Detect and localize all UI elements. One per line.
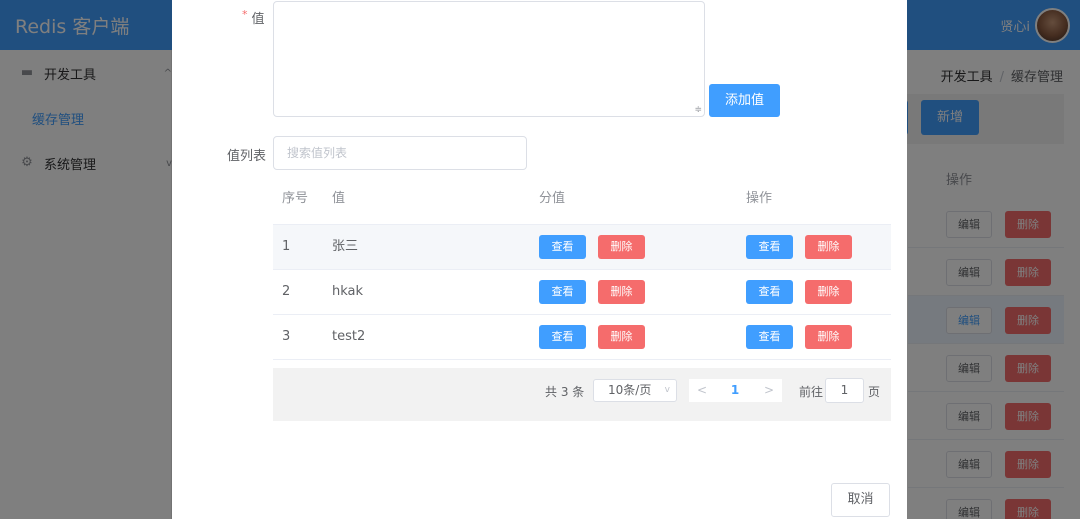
row-value: test2 bbox=[332, 329, 366, 344]
table-row: 3 test2 查看 删除 查看 删除 bbox=[273, 315, 891, 360]
value-label-text: 值 bbox=[251, 12, 265, 27]
row-index: 3 bbox=[282, 329, 291, 344]
table-row: 2 hkak 查看 删除 查看 删除 bbox=[273, 270, 891, 315]
required-mark: * bbox=[242, 8, 248, 21]
view-button[interactable]: 查看 bbox=[746, 280, 793, 304]
goto-label: 前往 bbox=[799, 385, 824, 399]
column-header-value: 值 bbox=[332, 191, 346, 206]
pagination: 共 3 条 10条/页 v < 1 > 前往 1 页 bbox=[273, 368, 891, 421]
next-page-button[interactable]: > bbox=[759, 379, 779, 402]
view-button[interactable]: 查看 bbox=[746, 235, 793, 259]
delete-button[interactable]: 删除 bbox=[805, 325, 852, 349]
page-size-value: 10条/页 bbox=[608, 383, 652, 397]
view-button[interactable]: 查看 bbox=[539, 325, 586, 349]
total-count: 共 3 条 bbox=[545, 385, 585, 399]
view-button[interactable]: 查看 bbox=[539, 280, 586, 304]
page-list: < 1 > bbox=[689, 379, 782, 402]
delete-button[interactable]: 删除 bbox=[805, 235, 852, 259]
value-list-label: 值列表 bbox=[227, 149, 267, 164]
goto-page-input[interactable]: 1 bbox=[825, 378, 864, 403]
value-dialog: * 值 ≑ 添加值 值列表 搜索值列表 序号 值 分值 操作 1 张三 查看 删除… bbox=[172, 0, 907, 519]
view-button[interactable]: 查看 bbox=[539, 235, 586, 259]
page-number-button[interactable]: 1 bbox=[725, 379, 745, 402]
delete-button[interactable]: 删除 bbox=[598, 235, 645, 259]
page-size-select[interactable]: 10条/页 v bbox=[593, 379, 677, 402]
prev-page-button[interactable]: < bbox=[692, 379, 712, 402]
search-input[interactable]: 搜索值列表 bbox=[273, 136, 527, 170]
view-button[interactable]: 查看 bbox=[746, 325, 793, 349]
resize-handle-icon[interactable]: ≑ bbox=[694, 106, 702, 115]
column-header-score: 分值 bbox=[539, 191, 566, 206]
chevron-down-icon: v bbox=[664, 385, 670, 395]
delete-button[interactable]: 删除 bbox=[598, 325, 645, 349]
row-value: hkak bbox=[332, 284, 364, 299]
value-label: * 值 bbox=[242, 8, 265, 27]
column-header-actions: 操作 bbox=[746, 191, 773, 206]
cancel-button[interactable]: 取消 bbox=[831, 483, 890, 517]
delete-button[interactable]: 删除 bbox=[805, 280, 852, 304]
column-header-index: 序号 bbox=[282, 191, 309, 206]
value-textarea[interactable]: ≑ bbox=[273, 1, 705, 117]
table-row: 1 张三 查看 删除 查看 删除 bbox=[273, 225, 891, 270]
delete-button[interactable]: 删除 bbox=[598, 280, 645, 304]
row-index: 2 bbox=[282, 284, 291, 299]
page-unit-label: 页 bbox=[868, 385, 881, 399]
add-value-button[interactable]: 添加值 bbox=[709, 84, 780, 117]
row-value: 张三 bbox=[332, 239, 359, 254]
row-index: 1 bbox=[282, 239, 291, 254]
